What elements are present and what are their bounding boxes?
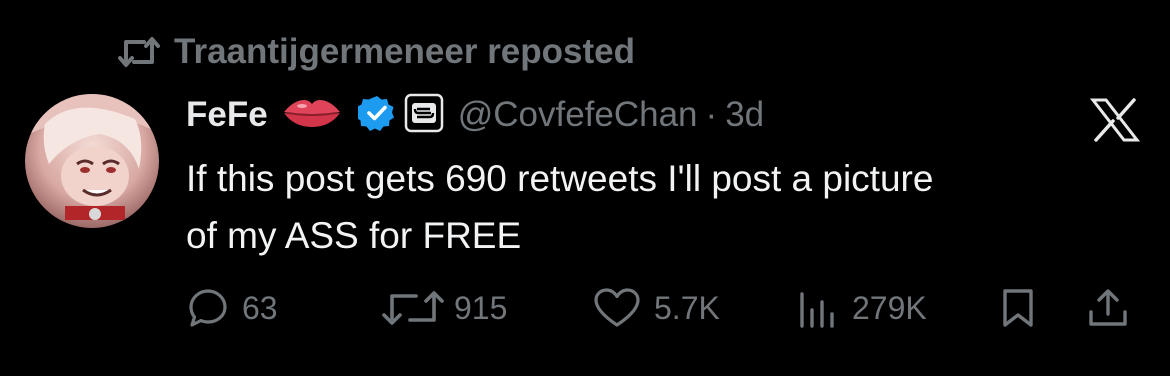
share-button[interactable] — [1086, 286, 1130, 330]
repost-button[interactable]: 915 — [380, 286, 507, 330]
post-text: If this post gets 690 retweets I'll post… — [186, 150, 1156, 264]
repost-label[interactable]: Traantijgermeneer reposted — [174, 32, 635, 72]
avatar[interactable] — [25, 94, 159, 228]
repost-count: 915 — [454, 289, 508, 326]
reply-button[interactable]: 63 — [186, 286, 278, 330]
like-button[interactable]: 5.7K — [592, 286, 720, 330]
analytics-icon — [796, 286, 840, 330]
repost-header[interactable]: Traantijgermeneer reposted — [118, 30, 635, 74]
author-handle[interactable]: @CovfefeChan — [458, 95, 698, 135]
repost-icon — [380, 288, 446, 328]
reply-icon — [186, 286, 230, 330]
like-count: 5.7K — [654, 289, 720, 326]
separator-dot: · — [705, 95, 718, 134]
share-icon — [1086, 286, 1130, 330]
author-row: FeFe @CovfefeChan · 3d — [186, 90, 764, 140]
bookmark-button[interactable] — [996, 286, 1040, 330]
affiliate-badge-icon[interactable] — [404, 93, 444, 138]
lips-emoji-icon — [282, 96, 342, 135]
post-text-line: If this post gets 690 retweets I'll post… — [186, 158, 934, 199]
bookmark-icon — [996, 286, 1040, 330]
verified-badge-icon[interactable] — [355, 94, 396, 137]
display-name[interactable]: FeFe — [186, 95, 268, 135]
post-text-line: of my ASS for FREE — [186, 215, 522, 256]
repost-icon — [118, 34, 160, 70]
post-timestamp[interactable]: 3d — [725, 95, 764, 135]
views-count: 279K — [852, 289, 927, 326]
heart-icon — [592, 286, 642, 330]
reply-count: 63 — [242, 289, 278, 326]
x-logo-icon — [1090, 98, 1140, 142]
views-button[interactable]: 279K — [796, 286, 927, 330]
